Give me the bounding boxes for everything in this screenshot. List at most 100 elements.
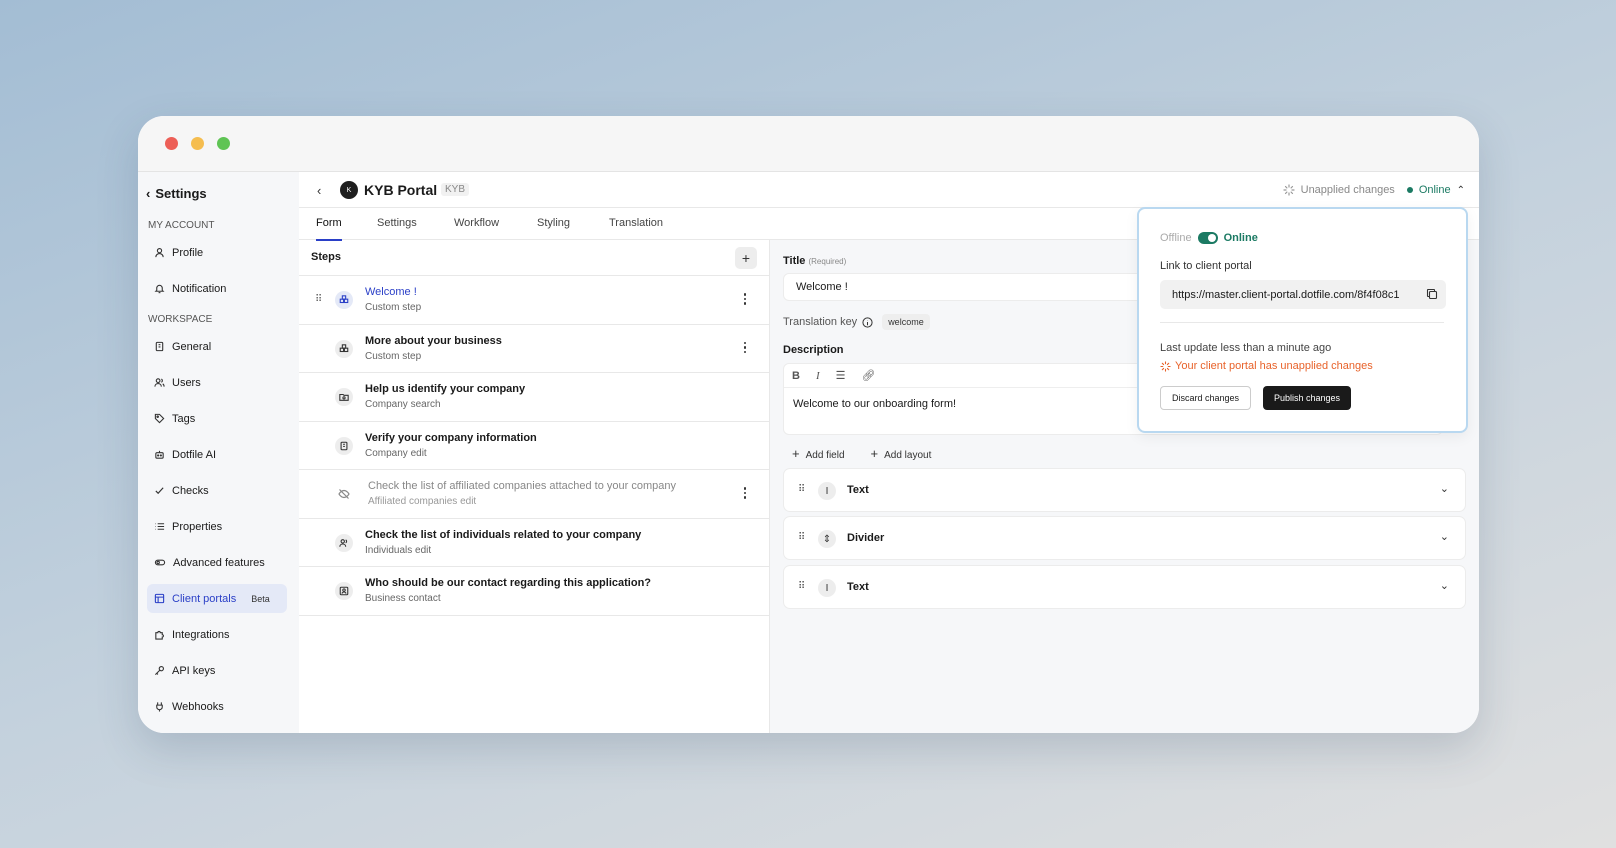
list-item[interactable]: More about your business Custom step [299, 325, 769, 373]
field-row[interactable]: ⠿ I Text ⌄ [783, 468, 1466, 512]
online-toggle[interactable] [1197, 232, 1218, 244]
more-options-icon[interactable] [743, 293, 747, 305]
step-subtitle: Company edit [365, 447, 427, 459]
sidebar-item-tags[interactable]: Tags [147, 404, 287, 433]
step-subtitle: Custom step [365, 302, 422, 313]
users-icon [154, 378, 165, 387]
maximize-window-button[interactable] [217, 137, 230, 150]
step-subtitle: Individuals edit [365, 544, 432, 556]
required-tag: (Required) [808, 257, 847, 266]
step-title: More about your business [365, 334, 502, 347]
step-title: Welcome ! [365, 286, 417, 298]
divider-icon: ⇕ [818, 530, 836, 548]
text-cursor-icon: I [818, 579, 836, 597]
status-indicator[interactable]: Unapplied changes Online ⌃ [1283, 184, 1465, 196]
step-subtitle: Custom step [365, 350, 422, 362]
chevron-down-icon[interactable]: ⌄ [1440, 482, 1449, 495]
unapplied-changes-label: Unapplied changes [1300, 184, 1395, 196]
publish-changes-button[interactable]: Publish changes [1263, 386, 1351, 410]
field-row[interactable]: ⠿ ⇕ Divider ⌄ [783, 516, 1466, 560]
step-title: Who should be our contact regarding this… [365, 577, 652, 589]
list-item[interactable]: Check the list of individuals related to… [299, 519, 769, 567]
tab-translation[interactable]: Translation [609, 217, 663, 229]
info-icon[interactable] [862, 316, 873, 328]
sidebar-item-checks[interactable]: Checks [147, 476, 287, 505]
sidebar-item-api-keys[interactable]: API keys [147, 656, 287, 685]
back-arrow-icon[interactable]: ‹ [317, 183, 321, 198]
online-toggle-row: Offline Online [1160, 232, 1258, 244]
step-title: Check the list of individuals related to… [365, 528, 642, 541]
sidebar-item-notification[interactable]: Notification [147, 274, 287, 303]
sidebar-item-label: Properties [172, 520, 223, 533]
section-workspace: WORKSPACE [148, 314, 213, 325]
chevron-left-icon: ‹ [146, 186, 151, 201]
bold-icon[interactable]: B [792, 370, 800, 382]
folder-search-icon [335, 388, 353, 406]
warning-text: Your client portal has unapplied changes [1175, 360, 1373, 372]
list-item[interactable]: Who should be our contact regarding this… [299, 567, 769, 616]
sidebar-item-client-portals[interactable]: Client portals Beta [147, 584, 287, 613]
minimize-window-button[interactable] [191, 137, 204, 150]
bell-icon [154, 284, 165, 294]
steps-header: Steps + [299, 240, 769, 276]
more-options-icon[interactable] [743, 341, 747, 353]
sidebar-item-webhooks[interactable]: Webhooks [147, 692, 287, 721]
sidebar-item-properties[interactable]: Properties [147, 512, 287, 541]
steps-title: Steps [311, 251, 341, 263]
users-icon [335, 533, 353, 552]
tab-form[interactable]: Form [316, 217, 342, 241]
add-step-button[interactable]: + [735, 247, 757, 269]
settings-title: Settings [155, 186, 207, 201]
field-name: Divider [847, 532, 885, 544]
webhook-icon [156, 702, 163, 712]
beta-badge: Beta [251, 593, 270, 604]
copy-icon[interactable] [1426, 288, 1438, 300]
discard-changes-button[interactable]: Discard changes [1160, 386, 1251, 410]
list-item[interactable]: Verify your company information Company … [299, 422, 769, 470]
drag-handle-icon[interactable]: ⠿ [798, 581, 805, 592]
divider [1160, 322, 1444, 323]
tab-settings[interactable]: Settings [377, 217, 417, 229]
title-bar [138, 116, 1479, 172]
link-icon[interactable]: 🔗︎ [862, 369, 876, 382]
tab-styling[interactable]: Styling [537, 217, 570, 229]
italic-icon[interactable]: I [816, 370, 820, 382]
sidebar-item-dotfile-ai[interactable]: Dotfile AI [147, 440, 287, 469]
list-item[interactable]: Help us identify your company Company se… [299, 373, 769, 422]
chevron-down-icon[interactable]: ⌄ [1440, 530, 1449, 543]
drag-handle-icon[interactable]: ⠿ [798, 484, 805, 495]
last-update-text: Last update less than a minute ago [1160, 342, 1332, 354]
unapplied-warning: Your client portal has unapplied changes [1160, 360, 1373, 372]
more-options-icon[interactable] [743, 487, 747, 499]
sidebar-item-general[interactable]: General [147, 332, 287, 361]
field-row[interactable]: ⠿ I Text ⌄ [783, 565, 1466, 609]
translation-key-label: Translation key [783, 316, 858, 328]
chevron-down-icon[interactable]: ⌄ [1440, 579, 1449, 592]
online-dot-icon [1406, 187, 1413, 193]
drag-handle-icon[interactable]: ⠿ [798, 532, 805, 543]
sidebar-item-label: Webhooks [172, 700, 224, 713]
puzzle-icon [155, 630, 164, 640]
sidebar-item-advanced-features[interactable]: Advanced features [147, 548, 287, 577]
sidebar-item-label: Notification [172, 282, 227, 295]
sidebar-item-label: Advanced features [173, 556, 265, 569]
step-subtitle: Business contact [365, 593, 441, 604]
drag-handle-icon[interactable]: ⠿ [315, 294, 322, 305]
link-label: Link to client portal [1160, 260, 1252, 272]
list-item[interactable]: Check the list of affiliated companies a… [299, 470, 769, 519]
portal-link-field[interactable]: https://master.client-portal.dotfile.com… [1160, 280, 1446, 309]
tab-workflow[interactable]: Workflow [454, 217, 499, 229]
close-window-button[interactable] [165, 137, 178, 150]
sidebar-item-users[interactable]: Users [147, 368, 287, 397]
bullet-list-icon[interactable]: ☰ [836, 369, 846, 382]
add-layout-button[interactable]: + Add layout [871, 446, 932, 461]
settings-back-link[interactable]: ‹ Settings [146, 186, 207, 201]
building-icon [155, 341, 164, 352]
list-item[interactable]: ⠿ Welcome ! Custom step [299, 276, 769, 325]
field-name: Text [847, 484, 869, 496]
online-status-label: Online [1418, 184, 1451, 196]
add-field-button[interactable]: + Add field [792, 446, 845, 461]
sidebar-item-profile[interactable]: Profile [147, 238, 287, 267]
sidebar-item-integrations[interactable]: Integrations [147, 620, 287, 649]
list-icon [155, 523, 165, 530]
